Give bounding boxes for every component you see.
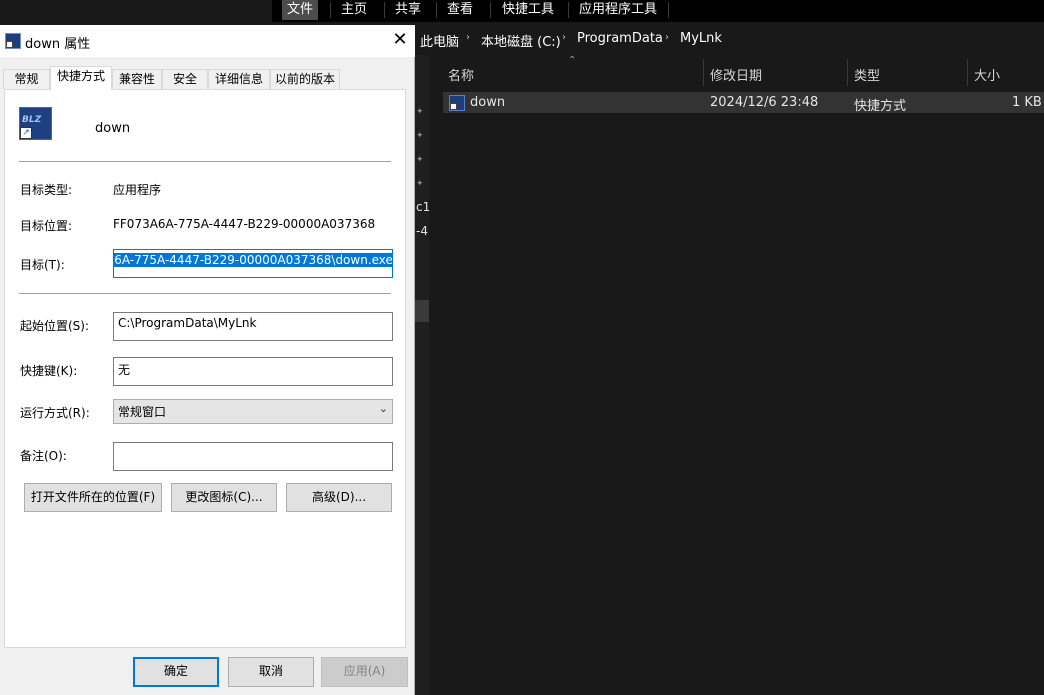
column-header-type[interactable]: 类型 <box>854 65 880 84</box>
pin-icon: ✦ <box>416 179 424 189</box>
breadcrumb-this-pc[interactable]: 此电脑 <box>420 31 459 50</box>
shortcut-file-icon <box>449 95 465 111</box>
ribbon-tab-home[interactable]: 主页 <box>336 0 372 20</box>
chevron-right-icon[interactable]: › <box>466 32 470 43</box>
chevron-down-icon: ⌄ <box>378 402 388 415</box>
target-input-selected-text: A6A-775A-4447-B229-00000A037368\down.exe <box>114 253 392 267</box>
ribbon-separator <box>568 2 569 18</box>
hotkey-label: 快捷键(K): <box>20 364 78 378</box>
target-input[interactable]: A6A-775A-4447-B229-00000A037368\down.exe <box>113 249 393 278</box>
ribbon-separator <box>436 2 437 18</box>
file-name[interactable]: down <box>470 95 505 110</box>
navigation-pane[interactable] <box>415 55 429 695</box>
chevron-right-icon[interactable]: › <box>562 32 566 43</box>
ribbon-tab-app-tools[interactable]: 应用程序工具 <box>576 0 660 20</box>
start-in-input[interactable]: C:\ProgramData\MyLnk <box>113 312 393 341</box>
address-bar[interactable]: 此电脑 › 本地磁盘 (C:) › ProgramData › MyLnk <box>415 28 1044 52</box>
divider <box>19 161 391 162</box>
cancel-button[interactable]: 取消 <box>228 657 314 687</box>
ribbon-separator <box>330 2 331 18</box>
pin-icon: ✦ <box>416 107 424 117</box>
shortcut-large-icon: BLZ ↗ <box>19 107 52 140</box>
ribbon-tab-share[interactable]: 共享 <box>390 0 426 20</box>
divider <box>19 293 391 294</box>
run-label: 运行方式(R): <box>20 406 90 420</box>
file-modified: 2024/12/6 23:48 <box>710 95 819 110</box>
column-divider[interactable] <box>967 59 968 86</box>
comment-input[interactable] <box>113 442 393 471</box>
shortcut-app-icon <box>5 33 21 49</box>
tab-strip: 常规 快捷方式 兼容性 安全 详细信息 以前的版本 <box>3 66 413 90</box>
dialog-title: down 属性 <box>25 37 91 52</box>
file-size: 1 KB <box>1012 95 1042 110</box>
hotkey-input[interactable]: 无 <box>113 357 393 386</box>
ok-button[interactable]: 确定 <box>133 657 219 687</box>
column-divider[interactable] <box>703 59 704 86</box>
tab-security[interactable]: 安全 <box>162 69 208 89</box>
open-file-location-button[interactable]: 打开文件所在的位置(F) <box>24 483 162 512</box>
navigation-item-partial[interactable]: c1 <box>416 200 430 214</box>
shortcut-name: down <box>95 121 131 136</box>
target-location-value: FF073A6A-775A-4447-B229-00000A037368 <box>113 217 376 231</box>
shortcut-tab-page: BLZ ↗ down 目标类型: 应用程序 目标位置: FF073A6A-775… <box>4 89 406 648</box>
ribbon-tab-shortcut-tools[interactable]: 快捷工具 <box>498 0 558 20</box>
shortcut-arrow-icon: ↗ <box>20 127 32 139</box>
ribbon-separator <box>490 2 491 18</box>
properties-dialog: down 属性 ✕ 常规 快捷方式 兼容性 安全 详细信息 以前的版本 BLZ … <box>0 25 415 695</box>
chevron-right-icon[interactable]: › <box>665 32 669 43</box>
column-header-name[interactable]: 名称 <box>448 65 474 84</box>
pin-icon: ✦ <box>416 131 424 141</box>
change-icon-button[interactable]: 更改图标(C)... <box>171 483 277 512</box>
dialog-titlebar[interactable]: down 属性 ✕ <box>0 25 415 57</box>
ribbon-separator <box>668 2 669 18</box>
target-type-value: 应用程序 <box>113 183 162 197</box>
pin-icon: ✦ <box>416 155 424 165</box>
tab-general[interactable]: 常规 <box>3 69 50 89</box>
target-label: 目标(T): <box>20 258 65 272</box>
breadcrumb-local-disk[interactable]: 本地磁盘 (C:) <box>481 31 561 50</box>
target-location-label: 目标位置: <box>20 219 73 233</box>
tab-compatibility[interactable]: 兼容性 <box>112 69 162 89</box>
ribbon-tab-file[interactable]: 文件 <box>282 0 318 20</box>
tab-previous-versions[interactable]: 以前的版本 <box>270 69 340 89</box>
apply-button[interactable]: 应用(A) <box>321 657 408 687</box>
breadcrumb-mylnk[interactable]: MyLnk <box>680 31 722 46</box>
comment-label: 备注(O): <box>20 449 67 463</box>
ribbon-tab-view[interactable]: 查看 <box>442 0 478 20</box>
run-select[interactable]: 常规窗口 ⌄ <box>113 399 393 424</box>
advanced-button[interactable]: 高级(D)... <box>286 483 392 512</box>
target-type-label: 目标类型: <box>20 183 73 197</box>
blizzard-logo-icon: BLZ <box>22 115 42 125</box>
navigation-item-partial[interactable]: -4 <box>416 224 428 238</box>
file-list[interactable]: 名称 修改日期 类型 大小 <box>430 55 1044 695</box>
sort-ascending-icon: ⌃ <box>568 55 577 66</box>
column-divider[interactable] <box>847 59 848 86</box>
close-icon[interactable]: ✕ <box>388 30 412 52</box>
run-select-value: 常规窗口 <box>118 405 167 419</box>
column-header-size[interactable]: 大小 <box>974 65 1000 84</box>
ribbon-tabs: 文件 主页 共享 查看 快捷工具 应用程序工具 <box>272 0 1044 22</box>
breadcrumb-programdata[interactable]: ProgramData <box>577 31 663 46</box>
file-type: 快捷方式 <box>854 99 907 114</box>
column-header-modified[interactable]: 修改日期 <box>710 65 762 84</box>
tab-shortcut[interactable]: 快捷方式 <box>50 66 112 90</box>
start-in-label: 起始位置(S): <box>20 319 90 333</box>
tab-details[interactable]: 详细信息 <box>208 69 270 89</box>
ribbon-separator <box>384 2 385 18</box>
navigation-pane-selection <box>415 300 429 322</box>
